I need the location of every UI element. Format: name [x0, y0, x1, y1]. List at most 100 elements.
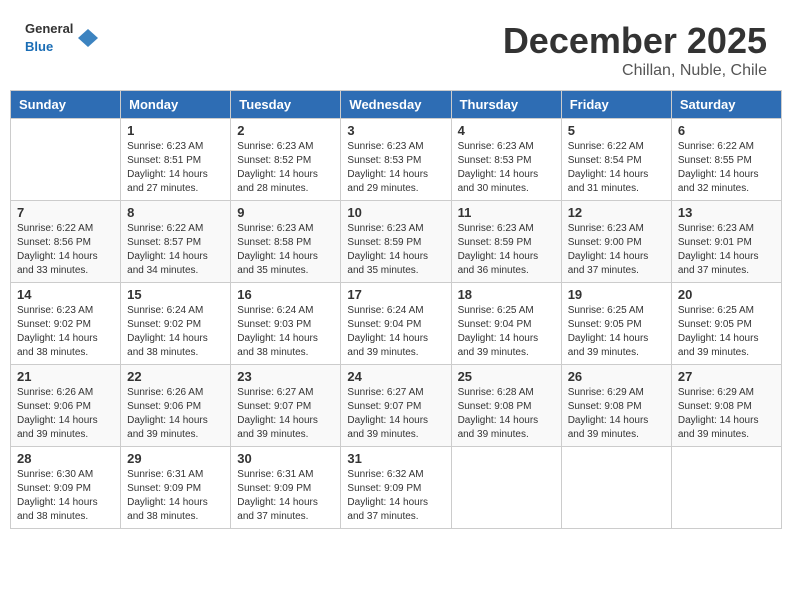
day-info: Sunrise: 6:24 AM Sunset: 9:03 PM Dayligh… [237, 304, 334, 360]
day-info: Sunrise: 6:29 AM Sunset: 9:08 PM Dayligh… [678, 386, 775, 442]
calendar-cell: 23 Sunrise: 6:27 AM Sunset: 9:07 PM Dayli… [231, 365, 341, 447]
day-info: Sunrise: 6:26 AM Sunset: 9:06 PM Dayligh… [127, 386, 224, 442]
logo-general: General [25, 21, 73, 36]
calendar-table: SundayMondayTuesdayWednesdayThursdayFrid… [10, 90, 782, 529]
calendar-cell: 14 Sunrise: 6:23 AM Sunset: 9:02 PM Dayli… [11, 283, 121, 365]
day-info: Sunrise: 6:22 AM Sunset: 8:54 PM Dayligh… [568, 140, 665, 196]
calendar-cell: 3Sunrise: 6:23 AM Sunset: 8:53 PM Daylig… [341, 119, 451, 201]
day-number: 1 [127, 123, 224, 138]
weekday-header-tuesday: Tuesday [231, 91, 341, 119]
weekday-header-wednesday: Wednesday [341, 91, 451, 119]
day-info: Sunrise: 6:25 AM Sunset: 9:04 PM Dayligh… [458, 304, 555, 360]
weekday-header-monday: Monday [121, 91, 231, 119]
calendar-week-2: 7 Sunrise: 6:22 AM Sunset: 8:56 PM Daylig… [11, 201, 782, 283]
calendar-cell [561, 447, 671, 529]
calendar-cell: 24 Sunrise: 6:27 AM Sunset: 9:07 PM Dayli… [341, 365, 451, 447]
location-text: Chillan, Nuble, Chile [503, 62, 767, 80]
day-number: 28 [17, 451, 114, 466]
logo: General Blue [25, 20, 99, 56]
calendar-cell: 25 Sunrise: 6:28 AM Sunset: 9:08 PM Dayli… [451, 365, 561, 447]
day-number: 29 [127, 451, 224, 466]
day-info: Sunrise: 6:23 AM Sunset: 8:51 PM Dayligh… [127, 140, 224, 196]
day-info: Sunrise: 6:25 AM Sunset: 9:05 PM Dayligh… [678, 304, 775, 360]
calendar-week-4: 21 Sunrise: 6:26 AM Sunset: 9:06 PM Dayli… [11, 365, 782, 447]
calendar-week-1: 1 Sunrise: 6:23 AM Sunset: 8:51 PM Daylig… [11, 119, 782, 201]
logo-blue: Blue [25, 39, 53, 54]
day-info: Sunrise: 6:31 AM Sunset: 9:09 PM Dayligh… [127, 468, 224, 524]
day-number: 26 [568, 369, 665, 384]
day-info: Sunrise: 6:29 AM Sunset: 9:08 PM Dayligh… [568, 386, 665, 442]
day-number: 12 [568, 205, 665, 220]
calendar-cell: 12Sunrise: 6:23 AM Sunset: 9:00 PM Dayli… [561, 201, 671, 283]
weekday-header-saturday: Saturday [671, 91, 781, 119]
day-number: 5 [568, 123, 665, 138]
day-number: 31 [347, 451, 444, 466]
day-number: 4 [458, 123, 555, 138]
day-number: 2 [237, 123, 334, 138]
day-number: 15 [127, 287, 224, 302]
day-number: 11 [458, 205, 555, 220]
day-info: Sunrise: 6:23 AM Sunset: 9:02 PM Dayligh… [17, 304, 114, 360]
calendar-cell [11, 119, 121, 201]
day-number: 19 [568, 287, 665, 302]
calendar-week-5: 28 Sunrise: 6:30 AM Sunset: 9:09 PM Dayli… [11, 447, 782, 529]
day-number: 10 [347, 205, 444, 220]
day-info: Sunrise: 6:24 AM Sunset: 9:02 PM Dayligh… [127, 304, 224, 360]
day-number: 9 [237, 205, 334, 220]
month-title: December 2025 [503, 20, 767, 62]
day-number: 16 [237, 287, 334, 302]
calendar-cell: 26 Sunrise: 6:29 AM Sunset: 9:08 PM Dayli… [561, 365, 671, 447]
day-info: Sunrise: 6:28 AM Sunset: 9:08 PM Dayligh… [458, 386, 555, 442]
day-number: 6 [678, 123, 775, 138]
day-info: Sunrise: 6:30 AM Sunset: 9:09 PM Dayligh… [17, 468, 114, 524]
calendar-cell [671, 447, 781, 529]
calendar-cell: 13Sunrise: 6:23 AM Sunset: 9:01 PM Dayli… [671, 201, 781, 283]
day-info: Sunrise: 6:25 AM Sunset: 9:05 PM Dayligh… [568, 304, 665, 360]
calendar-cell: 19 Sunrise: 6:25 AM Sunset: 9:05 PM Dayli… [561, 283, 671, 365]
day-number: 7 [17, 205, 114, 220]
day-info: Sunrise: 6:23 AM Sunset: 8:59 PM Dayligh… [347, 222, 444, 278]
calendar-cell: 22 Sunrise: 6:26 AM Sunset: 9:06 PM Dayli… [121, 365, 231, 447]
day-info: Sunrise: 6:27 AM Sunset: 9:07 PM Dayligh… [237, 386, 334, 442]
day-info: Sunrise: 6:24 AM Sunset: 9:04 PM Dayligh… [347, 304, 444, 360]
day-number: 21 [17, 369, 114, 384]
calendar-cell: 5 Sunrise: 6:22 AM Sunset: 8:54 PM Daylig… [561, 119, 671, 201]
day-info: Sunrise: 6:27 AM Sunset: 9:07 PM Dayligh… [347, 386, 444, 442]
day-number: 25 [458, 369, 555, 384]
calendar-cell: 15 Sunrise: 6:24 AM Sunset: 9:02 PM Dayli… [121, 283, 231, 365]
day-number: 24 [347, 369, 444, 384]
calendar-cell: 21 Sunrise: 6:26 AM Sunset: 9:06 PM Dayli… [11, 365, 121, 447]
calendar-cell: 1 Sunrise: 6:23 AM Sunset: 8:51 PM Daylig… [121, 119, 231, 201]
day-info: Sunrise: 6:22 AM Sunset: 8:55 PM Dayligh… [678, 140, 775, 196]
calendar-cell: 9Sunrise: 6:23 AM Sunset: 8:58 PM Daylig… [231, 201, 341, 283]
day-number: 14 [17, 287, 114, 302]
weekday-header-friday: Friday [561, 91, 671, 119]
day-info: Sunrise: 6:23 AM Sunset: 8:59 PM Dayligh… [458, 222, 555, 278]
day-number: 20 [678, 287, 775, 302]
day-number: 17 [347, 287, 444, 302]
calendar-cell: 8 Sunrise: 6:22 AM Sunset: 8:57 PM Daylig… [121, 201, 231, 283]
day-number: 22 [127, 369, 224, 384]
day-info: Sunrise: 6:23 AM Sunset: 8:52 PM Dayligh… [237, 140, 334, 196]
calendar-cell [451, 447, 561, 529]
day-info: Sunrise: 6:23 AM Sunset: 9:01 PM Dayligh… [678, 222, 775, 278]
weekday-header-thursday: Thursday [451, 91, 561, 119]
day-number: 8 [127, 205, 224, 220]
day-info: Sunrise: 6:22 AM Sunset: 8:57 PM Dayligh… [127, 222, 224, 278]
day-number: 18 [458, 287, 555, 302]
logo-text: General Blue [25, 20, 73, 56]
day-info: Sunrise: 6:22 AM Sunset: 8:56 PM Dayligh… [17, 222, 114, 278]
calendar-cell: 7 Sunrise: 6:22 AM Sunset: 8:56 PM Daylig… [11, 201, 121, 283]
weekday-header-sunday: Sunday [11, 91, 121, 119]
calendar-cell: 27Sunrise: 6:29 AM Sunset: 9:08 PM Dayli… [671, 365, 781, 447]
day-number: 23 [237, 369, 334, 384]
calendar-week-3: 14 Sunrise: 6:23 AM Sunset: 9:02 PM Dayli… [11, 283, 782, 365]
day-info: Sunrise: 6:26 AM Sunset: 9:06 PM Dayligh… [17, 386, 114, 442]
calendar-cell: 30Sunrise: 6:31 AM Sunset: 9:09 PM Dayli… [231, 447, 341, 529]
calendar-cell: 31Sunrise: 6:32 AM Sunset: 9:09 PM Dayli… [341, 447, 451, 529]
day-info: Sunrise: 6:23 AM Sunset: 8:53 PM Dayligh… [347, 140, 444, 196]
logo-flag-icon [77, 27, 99, 49]
calendar-cell: 16 Sunrise: 6:24 AM Sunset: 9:03 PM Dayli… [231, 283, 341, 365]
day-info: Sunrise: 6:31 AM Sunset: 9:09 PM Dayligh… [237, 468, 334, 524]
calendar-cell: 29 Sunrise: 6:31 AM Sunset: 9:09 PM Dayli… [121, 447, 231, 529]
